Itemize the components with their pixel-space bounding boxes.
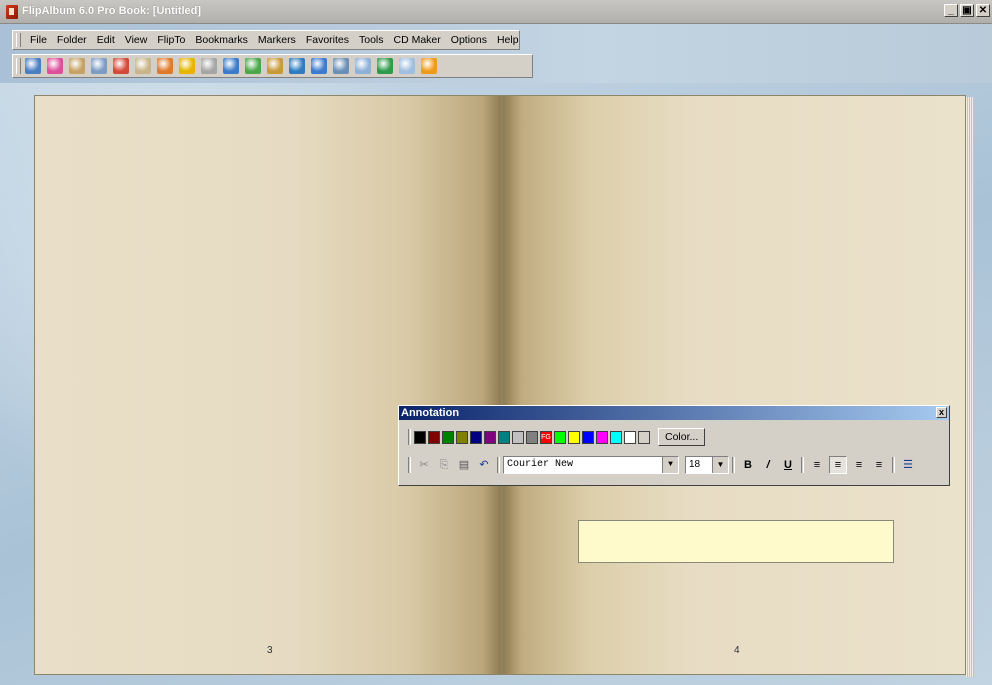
align-right-icon[interactable]: ≡ — [851, 457, 867, 473]
album-icon[interactable] — [157, 58, 173, 74]
foreground-color-swatch[interactable]: FG — [540, 430, 552, 444]
screen-icon[interactable] — [355, 58, 371, 74]
app-icon[interactable] — [6, 5, 18, 19]
align-left-icon[interactable]: ≡ — [809, 457, 825, 473]
color-swatch[interactable] — [596, 430, 608, 444]
color-swatch[interactable] — [414, 430, 426, 444]
color-swatch[interactable] — [526, 430, 538, 444]
menu-edit[interactable]: Edit — [92, 34, 120, 46]
menu-markers[interactable]: Markers — [253, 34, 301, 46]
star-icon[interactable] — [421, 58, 437, 74]
color-swatch[interactable] — [554, 430, 566, 444]
separator — [732, 457, 735, 473]
add-icon[interactable] — [179, 58, 195, 74]
menu-flipto[interactable]: FlipTo — [152, 34, 190, 46]
workspace: 3 4 — [0, 83, 992, 685]
bold-button[interactable]: B — [740, 457, 756, 473]
window-title: FlipAlbum 6.0 Pro Book: [Untitled] — [22, 5, 202, 17]
separator — [497, 457, 500, 473]
font-name: Courier New — [507, 459, 574, 470]
page-edge — [966, 97, 974, 677]
color-swatch[interactable] — [512, 430, 524, 444]
menu-help[interactable]: Help — [492, 34, 524, 46]
underline-button[interactable]: U — [780, 457, 796, 473]
annotation-text-box[interactable] — [578, 520, 894, 563]
separator — [408, 457, 411, 473]
menu-view[interactable]: View — [120, 34, 153, 46]
edit-icon[interactable] — [201, 58, 217, 74]
close-button[interactable]: ✕ — [976, 4, 990, 17]
menu-folder[interactable]: Folder — [52, 34, 92, 46]
color-swatch[interactable] — [624, 430, 636, 444]
font-size-select[interactable]: 18 ▼ — [685, 456, 729, 474]
photo-icon[interactable] — [267, 58, 283, 74]
right-page-number: 4 — [734, 645, 740, 656]
book-icon[interactable] — [69, 58, 85, 74]
columns-icon[interactable] — [223, 58, 239, 74]
left-page-number: 3 — [267, 645, 273, 656]
chevron-down-icon[interactable]: ▼ — [662, 457, 678, 473]
separator — [801, 457, 804, 473]
bullet-list-icon[interactable]: ☰ — [900, 457, 916, 473]
copy-icon[interactable]: ⎘ — [436, 457, 452, 473]
color-swatch[interactable] — [456, 430, 468, 444]
restore-button[interactable]: ▣ — [960, 4, 974, 17]
color-swatch[interactable] — [568, 430, 580, 444]
chevron-down-icon[interactable]: ▼ — [712, 457, 728, 473]
chrome-area: File Folder Edit View FlipTo Bookmarks M… — [0, 24, 992, 83]
annotation-title-bar[interactable]: Annotation x — [399, 406, 949, 420]
left-page[interactable]: 3 — [34, 95, 502, 675]
menu-cd-maker[interactable]: CD Maker — [389, 34, 446, 46]
arrow-icon[interactable] — [113, 58, 129, 74]
film-icon[interactable] — [333, 58, 349, 74]
music-icon[interactable] — [311, 58, 327, 74]
globe-icon[interactable] — [377, 58, 393, 74]
color-swatch[interactable] — [484, 430, 496, 444]
cut-icon[interactable]: ✂ — [416, 457, 432, 473]
right-page[interactable]: 4 — [502, 95, 966, 675]
color-button[interactable]: Color... — [658, 428, 706, 446]
separator — [408, 429, 411, 445]
color-swatch[interactable] — [498, 430, 510, 444]
view-icon[interactable] — [25, 58, 41, 74]
tag-icon[interactable] — [245, 58, 261, 74]
page-icon[interactable] — [91, 58, 107, 74]
title-bar: FlipAlbum 6.0 Pro Book: [Untitled] _ ▣ ✕ — [0, 0, 992, 24]
menu-tools[interactable]: Tools — [354, 34, 389, 46]
bookmark-icon[interactable] — [47, 58, 63, 74]
color-swatch[interactable] — [638, 430, 650, 444]
menu-bookmarks[interactable]: Bookmarks — [190, 34, 253, 46]
pointer-icon[interactable] — [399, 58, 415, 74]
menu-bar: File Folder Edit View FlipTo Bookmarks M… — [12, 30, 520, 50]
undo-icon[interactable]: ↶ — [476, 457, 492, 473]
menu-options[interactable]: Options — [446, 34, 492, 46]
menu-favorites[interactable]: Favorites — [301, 34, 354, 46]
paste-icon[interactable]: ▤ — [456, 457, 472, 473]
color-swatch[interactable] — [428, 430, 440, 444]
index-icon[interactable] — [135, 58, 151, 74]
font-select[interactable]: Courier New ▼ — [503, 456, 679, 474]
color-swatch[interactable] — [470, 430, 482, 444]
color-palette: FG Color... — [405, 428, 706, 446]
menu-file[interactable]: File — [25, 34, 52, 46]
color-swatch[interactable] — [442, 430, 454, 444]
separator — [892, 457, 895, 473]
format-bar: ✂ ⎘ ▤ ↶ Courier New ▼ 18 ▼ B / U ≡ ≡ ≡ ≡… — [405, 456, 918, 474]
minimize-button[interactable]: _ — [944, 4, 958, 17]
justify-icon[interactable]: ≡ — [871, 457, 887, 473]
cd-icon[interactable] — [289, 58, 305, 74]
annotation-title: Annotation — [401, 407, 460, 419]
color-swatch[interactable] — [610, 430, 622, 444]
font-size: 18 — [689, 459, 701, 470]
annotation-close-button[interactable]: x — [936, 407, 947, 418]
annotation-window: Annotation x FG Color... ✂ ⎘ ▤ ↶ Courier … — [398, 405, 950, 486]
italic-button[interactable]: / — [760, 457, 776, 473]
color-swatch[interactable] — [582, 430, 594, 444]
align-center-icon[interactable]: ≡ — [829, 456, 847, 474]
main-toolbar — [12, 54, 533, 78]
